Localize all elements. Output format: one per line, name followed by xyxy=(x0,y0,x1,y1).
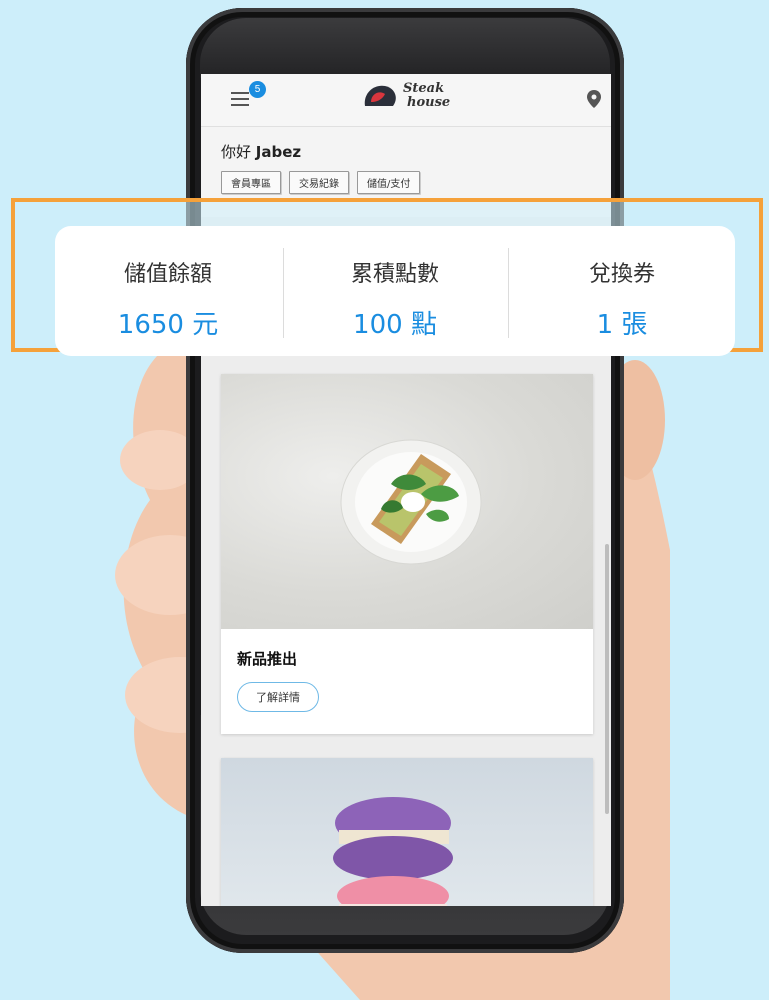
stat-vouchers[interactable]: 兌換券 1 張 xyxy=(509,226,735,356)
greeting-text: 你好 Jabez xyxy=(221,143,302,161)
logo-mark-icon xyxy=(364,85,396,106)
app-header: 5 Steak house xyxy=(201,74,611,127)
stat-value: 1650 元 xyxy=(117,310,219,340)
stat-label: 兌換券 xyxy=(588,262,655,287)
phone-top-bezel xyxy=(200,18,610,78)
stat-value: 1 張 xyxy=(596,310,648,340)
notification-badge: 5 xyxy=(249,81,266,98)
stat-stored-value[interactable]: 儲值餘額 1650 元 xyxy=(55,226,281,356)
stat-value: 100 點 xyxy=(353,310,437,340)
member-tabs: 會員專區 交易紀錄 儲值/支付 xyxy=(221,171,421,194)
macaron-card[interactable] xyxy=(221,758,593,906)
card-title: 新品推出 xyxy=(237,650,298,668)
tab-topup-pay[interactable]: 儲值/支付 xyxy=(357,171,421,194)
learn-more-button[interactable]: 了解詳情 xyxy=(237,682,319,712)
tab-transactions[interactable]: 交易紀錄 xyxy=(289,171,349,194)
scrollbar[interactable] xyxy=(605,544,609,814)
tab-member-zone[interactable]: 會員專區 xyxy=(221,171,281,194)
logo-text: Steak house xyxy=(403,81,451,110)
macaron-photo xyxy=(221,758,593,906)
stat-label: 儲值餘額 xyxy=(123,262,212,287)
stat-points[interactable]: 累積點數 100 點 xyxy=(282,226,508,356)
food-photo xyxy=(221,374,593,629)
member-stats-card: 儲值餘額 1650 元 累積點數 100 點 兌換券 1 張 xyxy=(55,226,735,356)
steakhouse-logo[interactable]: Steak house xyxy=(361,80,461,122)
stat-label: 累積點數 xyxy=(350,262,439,287)
location-pin-icon[interactable] xyxy=(587,90,601,108)
promo-card[interactable]: 新品推出 了解詳情 xyxy=(221,374,593,734)
